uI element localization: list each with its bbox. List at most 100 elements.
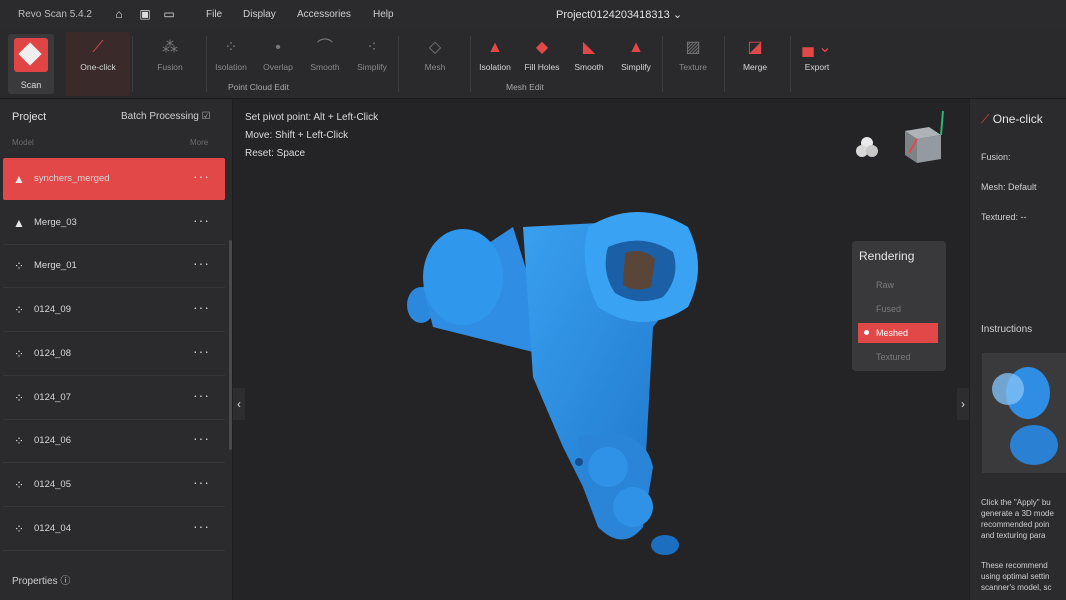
mesh-icon: ▲ xyxy=(13,172,25,186)
tool-isolation-pc[interactable]: ⁘ Isolation xyxy=(208,34,254,72)
item-name: 0124_05 xyxy=(34,478,71,490)
project-list-item[interactable]: ⁘ 0124_06 ··· xyxy=(3,420,225,464)
texture-icon: ▨ xyxy=(685,39,701,56)
tool-one-click[interactable]: ⟋ One-click xyxy=(66,34,130,72)
tool-export[interactable]: ▄ ⌄ Export xyxy=(794,34,840,72)
project-list-item[interactable]: ⁘ 0124_09 ··· xyxy=(3,289,225,333)
item-name: 0124_04 xyxy=(34,522,71,534)
divider xyxy=(470,36,471,92)
import-icon[interactable]: ▣ xyxy=(138,7,152,21)
project-list-item[interactable]: ⁘ 0124_08 ··· xyxy=(3,333,225,376)
tool-label: Mesh xyxy=(424,62,446,72)
merge-icon: ◪ xyxy=(747,39,763,56)
smooth-icon: ⌒ xyxy=(316,39,333,56)
tool-label: Texture xyxy=(679,62,707,72)
project-title[interactable]: Project0124203418313 ⌄ xyxy=(556,8,682,21)
tool-label: Fusion xyxy=(157,62,183,72)
instruction-line: generate a 3D mode xyxy=(981,509,1054,518)
item-name: Merge_03 xyxy=(34,216,77,228)
wand-icon: ⟋ xyxy=(981,112,990,126)
more-options-button[interactable]: ··· xyxy=(193,518,210,534)
properties-panel: ⟋ One-click Fusion: Mesh: Default Textur… xyxy=(970,99,1066,600)
3d-model[interactable] xyxy=(403,207,743,557)
more-options-button[interactable]: ··· xyxy=(193,299,210,315)
collapse-right-button[interactable]: › xyxy=(957,388,969,420)
menu-display[interactable]: Display xyxy=(243,9,276,20)
divider xyxy=(206,36,207,92)
instructions-heading: Instructions xyxy=(981,324,1033,335)
divider xyxy=(724,36,725,92)
more-options-button[interactable]: ··· xyxy=(193,430,210,446)
instruction-line: using optimal settin xyxy=(981,572,1050,581)
instruction-line: scanner's model, sc xyxy=(981,583,1052,592)
more-options-button[interactable]: ··· xyxy=(193,387,210,403)
menu-help[interactable]: Help xyxy=(373,9,394,20)
more-options-button[interactable]: ··· xyxy=(193,212,210,228)
panel-title: ⟋ One-click xyxy=(981,112,1043,127)
instruction-line: recommended poin xyxy=(981,520,1050,529)
home-icon[interactable]: ⌂ xyxy=(112,7,126,21)
chevron-right-icon: › xyxy=(961,397,965,411)
render-option-raw[interactable]: Raw xyxy=(858,275,938,295)
menu-file[interactable]: File xyxy=(206,9,222,20)
project-name: Project0124203418313 xyxy=(556,9,670,21)
tool-merge[interactable]: ◪ Merge xyxy=(732,34,778,72)
pointcloud-icon: ⁘ xyxy=(13,390,25,405)
tool-fusion[interactable]: ⁂ Fusion xyxy=(148,34,192,72)
render-option-meshed[interactable]: Meshed xyxy=(858,323,938,343)
wand-icon: ⟋ xyxy=(92,39,104,56)
tool-label: Simplify xyxy=(621,62,651,72)
lighting-icon[interactable] xyxy=(853,133,881,161)
pointcloud-icon: ⁘ xyxy=(13,259,25,274)
view-cube-icon[interactable] xyxy=(899,105,951,167)
divider xyxy=(398,36,399,92)
tool-texture[interactable]: ▨ Texture xyxy=(670,34,716,72)
project-list-item[interactable]: ▲ synchers_merged ··· xyxy=(3,158,225,200)
tool-label: Overlap xyxy=(263,62,293,72)
project-list-item[interactable]: ⁘ 0124_05 ··· xyxy=(3,464,225,507)
tool-smooth-mesh[interactable]: ◣ Smooth xyxy=(566,34,612,72)
render-option-fused[interactable]: Fused xyxy=(858,299,938,319)
tool-smooth-pc[interactable]: ⌒ Smooth xyxy=(302,34,348,72)
tool-simplify-mesh[interactable]: ▲ Simplify xyxy=(613,34,659,72)
more-options-button[interactable]: ··· xyxy=(193,168,210,184)
instruction-line: and texturing para xyxy=(981,531,1046,540)
project-list-item[interactable]: ⁘ 0124_04 ··· xyxy=(3,508,225,551)
render-option-textured[interactable]: Textured xyxy=(858,347,938,367)
export-icon: ▄ ⌄ xyxy=(802,39,832,56)
tool-isolation-mesh[interactable]: ▲ Isolation xyxy=(472,34,518,72)
properties-label: Properties xyxy=(12,576,58,587)
project-list-item[interactable]: ⁘ 0124_07 ··· xyxy=(3,377,225,420)
tool-mesh[interactable]: ◇ Mesh xyxy=(412,34,458,72)
menu-accessories[interactable]: Accessories xyxy=(297,9,351,20)
column-model: Model xyxy=(12,138,34,147)
pointcloud-icon: ⁘ xyxy=(13,521,25,536)
panel-title: Project xyxy=(12,111,47,123)
batch-label: Batch Processing xyxy=(121,111,199,122)
more-options-button[interactable]: ··· xyxy=(193,343,210,359)
title-label: One-click xyxy=(992,112,1043,126)
collapse-left-button[interactable]: ‹ xyxy=(233,388,245,420)
column-more: More xyxy=(190,138,209,147)
smooth-icon: ◣ xyxy=(582,39,596,56)
item-name: 0124_07 xyxy=(34,391,71,403)
batch-processing-button[interactable]: Batch Processing ☑ xyxy=(121,111,211,122)
folder-icon[interactable]: ▭ xyxy=(162,7,176,21)
scan-button[interactable]: Scan xyxy=(8,34,54,94)
overlap-icon: • xyxy=(275,39,281,56)
item-name: Merge_01 xyxy=(34,260,77,272)
title-bar: Revo Scan 5.4.2 ⌂ ▣ ▭ File Display Acces… xyxy=(0,0,1066,30)
properties-toggle[interactable]: Properties ⓘ xyxy=(12,572,70,587)
isolation-icon: ▲ xyxy=(487,39,503,56)
more-options-button[interactable]: ··· xyxy=(193,255,210,271)
tool-overlap[interactable]: • Overlap xyxy=(255,34,301,72)
scan-label: Scan xyxy=(20,80,42,90)
tool-simplify-pc[interactable]: ⁖ Simplify xyxy=(349,34,395,72)
more-options-button[interactable]: ··· xyxy=(193,474,210,490)
group-mesh-label: Mesh Edit xyxy=(506,82,544,92)
tool-fill-holes[interactable]: ◆ Fill Holes xyxy=(519,34,565,72)
scrollbar[interactable] xyxy=(229,240,232,450)
project-list-item[interactable]: ▲ Merge_03 ··· xyxy=(3,202,225,245)
project-list-item[interactable]: ⁘ Merge_01 ··· xyxy=(3,245,225,289)
item-name: synchers_merged xyxy=(34,173,110,184)
